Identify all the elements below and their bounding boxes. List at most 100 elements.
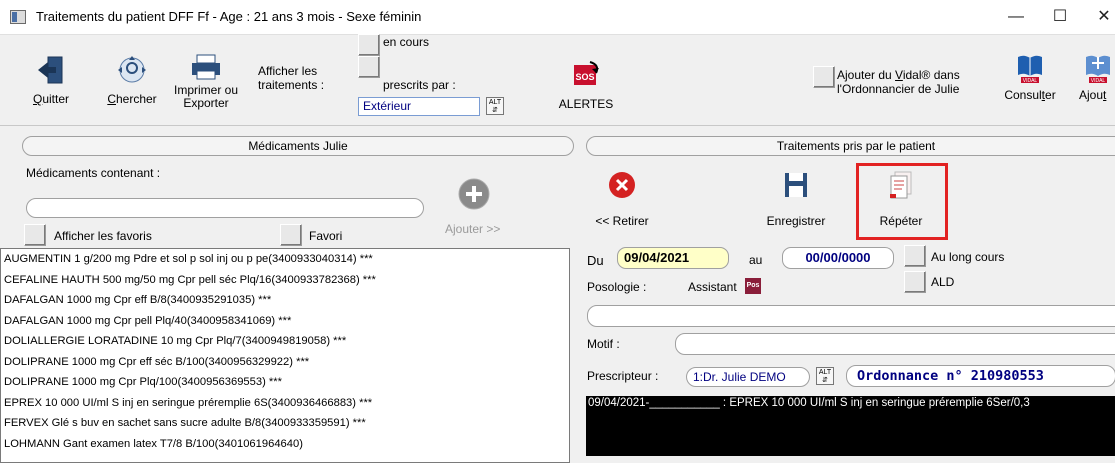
add-to-treatments-button[interactable]: AAjouter >> — [445, 222, 500, 236]
to-date-input[interactable]: 00/00/0000 — [782, 247, 894, 269]
prescriber-alt-button[interactable]: ALT ⇵ — [816, 367, 834, 385]
add-vidal-text-pre: Ajouter du — [837, 68, 896, 82]
consult-button[interactable]: VIDAL Consulter — [1002, 53, 1058, 102]
list-item[interactable]: DOLIPRANE 1000 mg Cpr Plq/100(3400956369… — [1, 372, 569, 393]
close-button[interactable]: ✕ — [1084, 4, 1115, 30]
floppy-disk-icon — [785, 173, 807, 197]
dosage-label: Posologie : — [587, 280, 647, 294]
list-item[interactable]: DAFALGAN 1000 mg Cpr pell Plq/40(3400958… — [1, 311, 569, 332]
ald-checkbox[interactable] — [904, 271, 926, 293]
drug-list[interactable]: AUGMENTIN 1 g/200 mg Pdre et sol p sol i… — [0, 248, 570, 463]
sort-arrows-icon: ⇵ — [822, 377, 828, 384]
add-vidal-text-line2: l'Ordonnancier de Julie — [837, 82, 960, 96]
prescriber-alt-label: ALT — [818, 369, 832, 376]
vidal-badge-text: VIDAL — [1023, 78, 1038, 84]
add-vidal-checkbox[interactable] — [813, 66, 835, 88]
to-label: au — [749, 253, 763, 267]
left-panel-header: Médicaments Julie — [22, 136, 574, 156]
sort-arrows-icon: ⇵ — [492, 107, 498, 114]
prescriber-label: Prescripteur : — [587, 369, 659, 383]
quit-button[interactable]: Quitter — [26, 53, 76, 106]
treatment-list[interactable]: 09/04/2021-___________ : EPREX 10 000 UI… — [586, 396, 1115, 456]
list-item[interactable]: DOLIPRANE 1000 mg Cpr eff séc B/100(3400… — [1, 352, 569, 373]
repeat-label: Répéter — [879, 214, 923, 228]
app-icon — [10, 10, 26, 24]
search-icon — [118, 56, 146, 83]
vidal-add-icon: VIDAL — [1086, 55, 1110, 84]
prescriber-select[interactable]: Extérieur — [358, 97, 480, 116]
list-item[interactable]: CEFALINE HAUTH 500 mg/50 mg Cpr pell séc… — [1, 270, 569, 291]
alerts-label: ALERTES — [558, 97, 614, 111]
right-panel-header: Traitements pris par le patient — [586, 136, 1115, 156]
from-date-input[interactable]: 09/04/2021 — [617, 247, 729, 269]
print-export-button[interactable]: Imprimer ou Exporter — [174, 53, 238, 110]
pos-assistant-icon[interactable]: Pos — [745, 278, 761, 294]
long-term-label: Au long cours — [931, 250, 1005, 264]
add-vidal-button[interactable]: VIDAL Ajout — [1079, 53, 1115, 102]
drug-search-input[interactable] — [26, 198, 424, 218]
print-label-line2: Exporter — [183, 96, 229, 110]
prescribed-by-checkbox[interactable] — [358, 56, 380, 78]
list-item[interactable]: LOHMANN Gant examen latex T7/8 B/100(340… — [1, 434, 569, 455]
vidal-book-icon: VIDAL — [1018, 55, 1042, 84]
ald-label: ALD — [931, 275, 955, 289]
sos-icon: SOS — [574, 61, 599, 85]
show-treatments-label: Afficher les traitements : — [258, 64, 325, 92]
minimize-button[interactable]: — — [996, 4, 1036, 30]
consult-text-pre: Consul — [1004, 88, 1042, 102]
search-label: hercher — [115, 92, 157, 106]
add-button-label: Ajouter >> — [445, 222, 501, 236]
in-progress-checkbox[interactable] — [358, 34, 380, 56]
favorite-label: Favori — [309, 229, 343, 243]
from-label: Du — [587, 253, 604, 268]
maximize-button[interactable]: ☐ — [1040, 4, 1080, 30]
add-vidal-label: Ajouter du Vidal® dans l'Ordonnancier de… — [837, 68, 960, 96]
add-text-pre: Ajou — [1079, 88, 1104, 102]
search-label: Médicaments contenant : — [26, 166, 161, 180]
alt-label: ALT — [488, 99, 502, 106]
show-favorites-label: Afficher les favoris — [54, 229, 152, 243]
add-circle-icon[interactable] — [457, 177, 491, 211]
long-term-checkbox[interactable] — [904, 245, 926, 267]
in-progress-label: en cours — [383, 35, 430, 49]
save-button[interactable]: Enregistrer — [760, 170, 832, 228]
window-titlebar: Traitements du patient DFF Ff - Age : 21… — [0, 0, 1115, 35]
dosage-input[interactable] — [587, 305, 1115, 327]
assistant-label: Assistant — [688, 280, 737, 294]
repeat-button[interactable]: Répéter — [866, 170, 936, 228]
repeat-document-icon — [890, 171, 912, 199]
reason-input[interactable] — [675, 333, 1115, 355]
remove-label: << Retirer — [595, 214, 649, 228]
alt-button[interactable]: ALT ⇵ — [486, 97, 504, 115]
toolbar: Quitter Chercher Imprimer ou Exporter Af… — [0, 34, 1115, 126]
search-button[interactable]: Chercher — [101, 53, 163, 106]
list-item[interactable]: EPREX 10 000 UI/ml S inj en seringue pré… — [1, 393, 569, 414]
save-label: Enregistrer — [766, 214, 826, 228]
exit-icon — [38, 56, 63, 84]
add-vidal-text-post: idal® dans — [902, 68, 960, 82]
quit-label: uitter — [42, 92, 70, 106]
prescribed-by-label: prescrits par : — [383, 78, 456, 92]
search-underline: C — [107, 92, 116, 106]
remove-circle-icon — [609, 172, 635, 198]
window-title: Traitements du patient DFF Ff - Age : 21… — [36, 9, 422, 24]
add-vidal-underline: V — [895, 68, 903, 82]
quit-underline: Q — [32, 92, 43, 106]
alerts-button[interactable]: SOS ALERTES — [554, 59, 618, 111]
list-item[interactable]: AUGMENTIN 1 g/200 mg Pdre et sol p sol i… — [1, 249, 569, 270]
show-favorites-checkbox[interactable] — [24, 224, 46, 246]
remove-button[interactable]: << Retirer — [587, 170, 657, 228]
list-item[interactable]: DOLIALLERGIE LORATADINE 10 mg Cpr Plq/7(… — [1, 331, 569, 352]
reason-label: Motif : — [587, 337, 620, 351]
list-item[interactable]: DAFALGAN 1000 mg Cpr eff B/8(34009352910… — [1, 290, 569, 311]
ordonnance-number: Ordonnance n° 210980553 — [846, 365, 1115, 387]
prescriber-input[interactable]: 1:Dr. Julie DEMO — [686, 367, 810, 387]
list-item[interactable]: FERVEX Glé s buv en sachet sans sucre ad… — [1, 413, 569, 434]
printer-icon — [192, 54, 220, 80]
consult-text-post: er — [1045, 88, 1056, 102]
sos-badge-text: SOS — [575, 72, 594, 82]
add-underline: t — [1103, 88, 1107, 102]
vidal-badge-text-2: VIDAL — [1091, 78, 1106, 84]
favorite-checkbox[interactable] — [280, 224, 302, 246]
treatment-row[interactable]: 09/04/2021-___________ : EPREX 10 000 UI… — [586, 396, 1115, 410]
